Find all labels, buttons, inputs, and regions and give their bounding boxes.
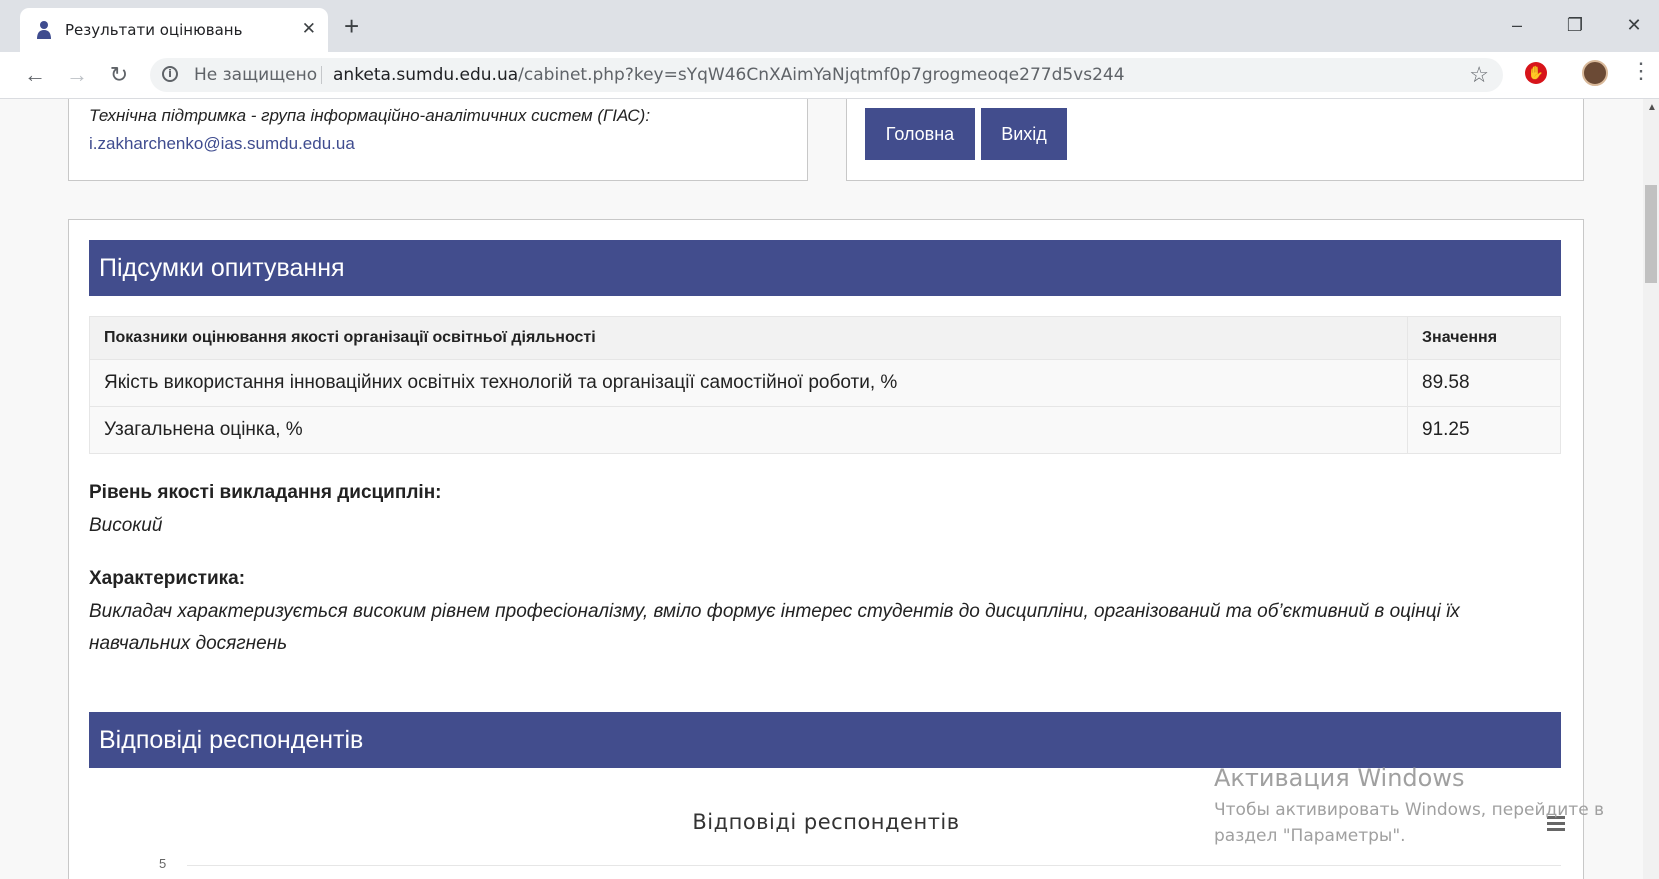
tab-close-icon[interactable]: ✕ — [302, 19, 316, 39]
table-cell: 89.58 — [1407, 359, 1561, 407]
address-bar[interactable]: i Не защищено anketa.sumdu.edu.ua/cabine… — [150, 58, 1503, 92]
new-tab-button[interactable]: + — [344, 12, 359, 40]
table-header-row: Показники оцінювання якості організації … — [89, 316, 1561, 360]
y-axis-tick: 5 — [159, 856, 167, 871]
user-icon — [37, 21, 51, 39]
watermark-title: Активация Windows — [1214, 764, 1465, 792]
scroll-up-arrow-icon[interactable]: ▲ — [1647, 103, 1657, 113]
support-text: Технічна підтримка - група інформаційно-… — [89, 106, 651, 125]
table-cell: Узагальнена оцінка, % — [89, 406, 1408, 454]
support-card: Технічна підтримка - група інформаційно-… — [68, 99, 808, 181]
characteristic-label: Характеристика: — [89, 568, 246, 589]
characteristic-text: Викладач характеризується високим рівнем… — [89, 601, 1460, 654]
tab-title: Результати оцінювань — [65, 21, 243, 39]
support-email-link[interactable]: i.zakharchenko@ias.sumdu.edu.ua — [89, 134, 355, 154]
browser-tab[interactable]: Результати оцінювань ✕ — [20, 8, 328, 52]
watermark-line-2: раздел "Параметры". — [1214, 826, 1406, 846]
quality-level-label: Рівень якості викладання дисциплін: — [89, 482, 442, 503]
watermark-line-1: Чтобы активировать Windows, перейдите в — [1214, 800, 1605, 820]
reload-button[interactable]: ↻ — [104, 60, 134, 90]
responses-heading: Відповіді респондентів — [89, 712, 1561, 768]
scrollbar-thumb[interactable] — [1645, 185, 1657, 283]
column-header-indicator: Показники оцінювання якості організації … — [89, 316, 1408, 360]
bookmark-star-icon[interactable]: ☆ — [1469, 63, 1489, 87]
table-row: Узагальнена оцінка, % 91.25 — [89, 406, 1561, 454]
browser-menu-icon[interactable]: ⋮ — [1630, 58, 1652, 84]
table-row: Якість використання інноваційних освітні… — [89, 359, 1561, 407]
url-path: /cabinet.php?key=sYqW46CnXAimYaNjqtmf0p7… — [518, 65, 1125, 85]
table-cell: Якість використання інноваційних освітні… — [89, 359, 1408, 407]
profile-avatar[interactable] — [1582, 60, 1608, 86]
logout-button[interactable]: Вихід — [981, 108, 1067, 160]
url-host: anketa.sumdu.edu.ua — [333, 65, 519, 85]
close-window-button[interactable]: ✕ — [1614, 10, 1654, 40]
browser-toolbar: ← → ↻ i Не защищено anketa.sumdu.edu.ua/… — [0, 52, 1659, 99]
url-text[interactable]: anketa.sumdu.edu.ua/cabinet.php?key=sYqW… — [333, 66, 1125, 84]
table-cell: 91.25 — [1407, 406, 1561, 454]
actions-card: Головна Вихід — [846, 99, 1584, 181]
security-status[interactable]: Не защищено — [194, 66, 317, 84]
back-button[interactable]: ← — [20, 60, 50, 90]
omnibox-divider — [321, 66, 322, 84]
extension-stop-icon[interactable]: ✋ — [1525, 62, 1547, 84]
results-table: Показники оцінювання якості організації … — [89, 316, 1561, 454]
page-scrollbar[interactable]: ▲ — [1643, 99, 1659, 879]
home-button[interactable]: Головна — [865, 108, 975, 160]
restore-button[interactable]: ❐ — [1555, 10, 1595, 40]
forward-button[interactable]: → — [62, 60, 92, 90]
page-viewport: Технічна підтримка - група інформаційно-… — [0, 99, 1643, 879]
column-header-value: Значення — [1407, 316, 1561, 360]
quality-level-value: Високий — [89, 515, 163, 536]
windows-activation-watermark: Активация Windows Чтобы активировать Win… — [1214, 763, 1604, 849]
summary-heading: Підсумки опитування — [89, 240, 1561, 296]
info-icon[interactable]: i — [162, 66, 178, 82]
tab-strip: Результати оцінювань ✕ + – ❐ ✕ — [0, 0, 1659, 52]
chart-gridline — [187, 865, 1561, 866]
minimize-button[interactable]: – — [1497, 10, 1537, 40]
